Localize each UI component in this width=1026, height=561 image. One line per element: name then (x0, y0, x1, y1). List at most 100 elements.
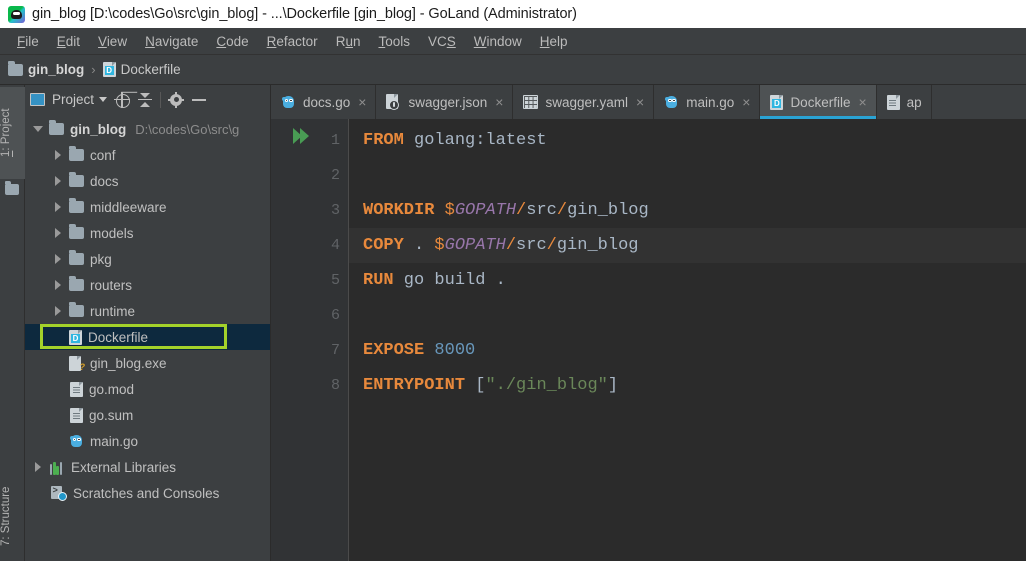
folder-icon (69, 250, 84, 265)
code-line-3[interactable]: WORKDIR $ GOPATH / src / gin_blog (349, 193, 1026, 228)
menu-item-tools[interactable]: Tools (369, 32, 419, 51)
tree-row-pkg[interactable]: pkg (25, 246, 270, 272)
tab-dockerfile[interactable]: Dockerfile × (760, 85, 877, 119)
exe-file-icon: ? (69, 355, 85, 371)
breadcrumb-item-project[interactable]: gin_blog (8, 60, 85, 77)
code-line-1[interactable]: FROM golang:latest (349, 123, 1026, 158)
chevron-right-icon[interactable] (53, 254, 63, 264)
menu-item-code[interactable]: Code (207, 32, 257, 51)
code-line-2[interactable] (349, 158, 1026, 193)
chevron-right-icon[interactable] (53, 176, 63, 186)
settings-gear-icon[interactable] (168, 91, 185, 108)
menu-item-refactor[interactable]: Refactor (258, 32, 327, 51)
tree-row-routers[interactable]: routers (25, 272, 270, 298)
tab-label: Dockerfile (790, 94, 851, 110)
folder-icon (8, 60, 23, 76)
folder-icon (69, 146, 84, 161)
gutter-line: 7 (271, 333, 348, 368)
tree-row-go-mod[interactable]: go.mod (25, 376, 270, 402)
tree-row-docs[interactable]: docs (25, 168, 270, 194)
menu-item-run[interactable]: Run (327, 32, 370, 51)
tree-project-path: D:\codes\Go\src\g (135, 121, 240, 137)
select-opened-file-icon[interactable] (114, 91, 131, 108)
line-number: 7 (330, 342, 340, 359)
code-token: / (546, 236, 557, 255)
tool-window-button-structure[interactable]: 7: Structure (0, 471, 25, 561)
code-token: 8000 (434, 341, 476, 360)
chevron-right-icon[interactable] (33, 462, 43, 472)
close-icon[interactable]: × (857, 95, 866, 109)
code-line-4[interactable]: COPY . $ GOPATH / src / gin_blog (349, 228, 1026, 263)
tree-row-main-go[interactable]: main.go (25, 428, 270, 454)
tree-label: conf (90, 147, 116, 163)
project-panel-toolbar: Project (25, 85, 270, 114)
tool-window-button-project[interactable]: 1: Project (0, 87, 25, 179)
tree-row-go-sum[interactable]: go.sum (25, 402, 270, 428)
tree-row-middleeware[interactable]: middleeware (25, 194, 270, 220)
tree-row-gin_blog[interactable]: gin_blog D:\codes\Go\src\g (25, 116, 270, 142)
menu-item-edit[interactable]: Edit (48, 32, 89, 51)
menu-item-navigate[interactable]: Navigate (136, 32, 207, 51)
tree-row-dockerfile[interactable]: Dockerfile (25, 324, 270, 350)
chevron-right-icon[interactable] (53, 306, 63, 316)
editor-area: docs.go × swagger.json × swagger.yaml × … (271, 85, 1026, 561)
project-view-icon (30, 93, 45, 106)
close-icon[interactable]: × (741, 95, 750, 109)
menu-item-vcs[interactable]: VCS (419, 32, 465, 51)
tree-label: routers (90, 277, 133, 293)
collapse-all-icon[interactable] (137, 92, 153, 108)
code-token: "./gin_blog" (485, 376, 608, 395)
close-icon[interactable]: × (635, 95, 644, 109)
editor-gutter[interactable]: 1 2 3 4 5 6 7 8 (271, 119, 349, 561)
code-line-5[interactable]: RUN go build . (349, 263, 1026, 298)
code-line-6[interactable] (349, 298, 1026, 333)
line-number: 1 (330, 132, 340, 149)
code-token: $ (444, 201, 455, 220)
yaml-file-icon (523, 95, 539, 109)
code-token: go build . (393, 271, 506, 290)
tree-label: Scratches and Consoles (73, 485, 220, 501)
code-line-8[interactable]: ENTRYPOINT ["./gin_blog"] (349, 368, 1026, 403)
chevron-right-icon[interactable] (53, 228, 63, 238)
code-token: $ (434, 236, 445, 255)
project-tree[interactable]: gin_blog D:\codes\Go\src\g conf docs mid… (25, 114, 270, 561)
chevron-down-icon[interactable] (99, 97, 108, 102)
tree-row-models[interactable]: models (25, 220, 270, 246)
tree-row-runtime[interactable]: runtime (25, 298, 270, 324)
close-icon[interactable]: × (494, 95, 503, 109)
gutter-line: 3 (271, 193, 348, 228)
tree-row-gin_blog-exe[interactable]: ? gin_blog.exe (25, 350, 270, 376)
tab-docs-go[interactable]: docs.go × (271, 85, 377, 119)
main-body: 1: Project 7: Structure Project gin_blog… (0, 85, 1026, 561)
close-icon[interactable]: × (357, 95, 366, 109)
tab-swagger-yaml[interactable]: swagger.yaml × (513, 85, 655, 119)
code-editor[interactable]: 1 2 3 4 5 6 7 8 FROM golang:latest WORKD… (271, 119, 1026, 561)
menu-item-help[interactable]: Help (531, 32, 577, 51)
gutter-line: 6 (271, 298, 348, 333)
code-token: golang:latest (403, 131, 547, 150)
chevron-right-icon[interactable] (53, 150, 63, 160)
code-content[interactable]: FROM golang:latest WORKDIR $ GOPATH / src / g… (349, 119, 1026, 561)
hide-panel-icon[interactable] (191, 92, 207, 108)
text-file-icon (70, 407, 83, 423)
menu-item-window[interactable]: Window (465, 32, 531, 51)
tree-row-conf[interactable]: conf (25, 142, 270, 168)
tab-swagger-json[interactable]: swagger.json × (376, 85, 514, 119)
tab-app-truncated[interactable]: ap (877, 85, 932, 119)
menu-item-view[interactable]: View (89, 32, 136, 51)
chevron-right-icon[interactable] (53, 280, 63, 290)
code-token: [ (475, 376, 486, 395)
code-line-7[interactable]: EXPOSE 8000 (349, 333, 1026, 368)
tree-label: go.sum (89, 407, 134, 423)
tree-row-scratches-and-consoles[interactable]: Scratches and Consoles (25, 480, 270, 506)
chevron-down-icon[interactable] (33, 124, 43, 134)
tree-label: docs (90, 173, 119, 189)
breadcrumb-project-label: gin_blog (28, 62, 85, 77)
tab-main-go[interactable]: main.go × (654, 85, 761, 119)
chevron-right-icon[interactable] (53, 202, 63, 212)
tree-row-external-libraries[interactable]: External Libraries (25, 454, 270, 480)
breadcrumb-item-file[interactable]: Dockerfile (102, 62, 181, 77)
menu-item-file[interactable]: File (8, 32, 48, 51)
